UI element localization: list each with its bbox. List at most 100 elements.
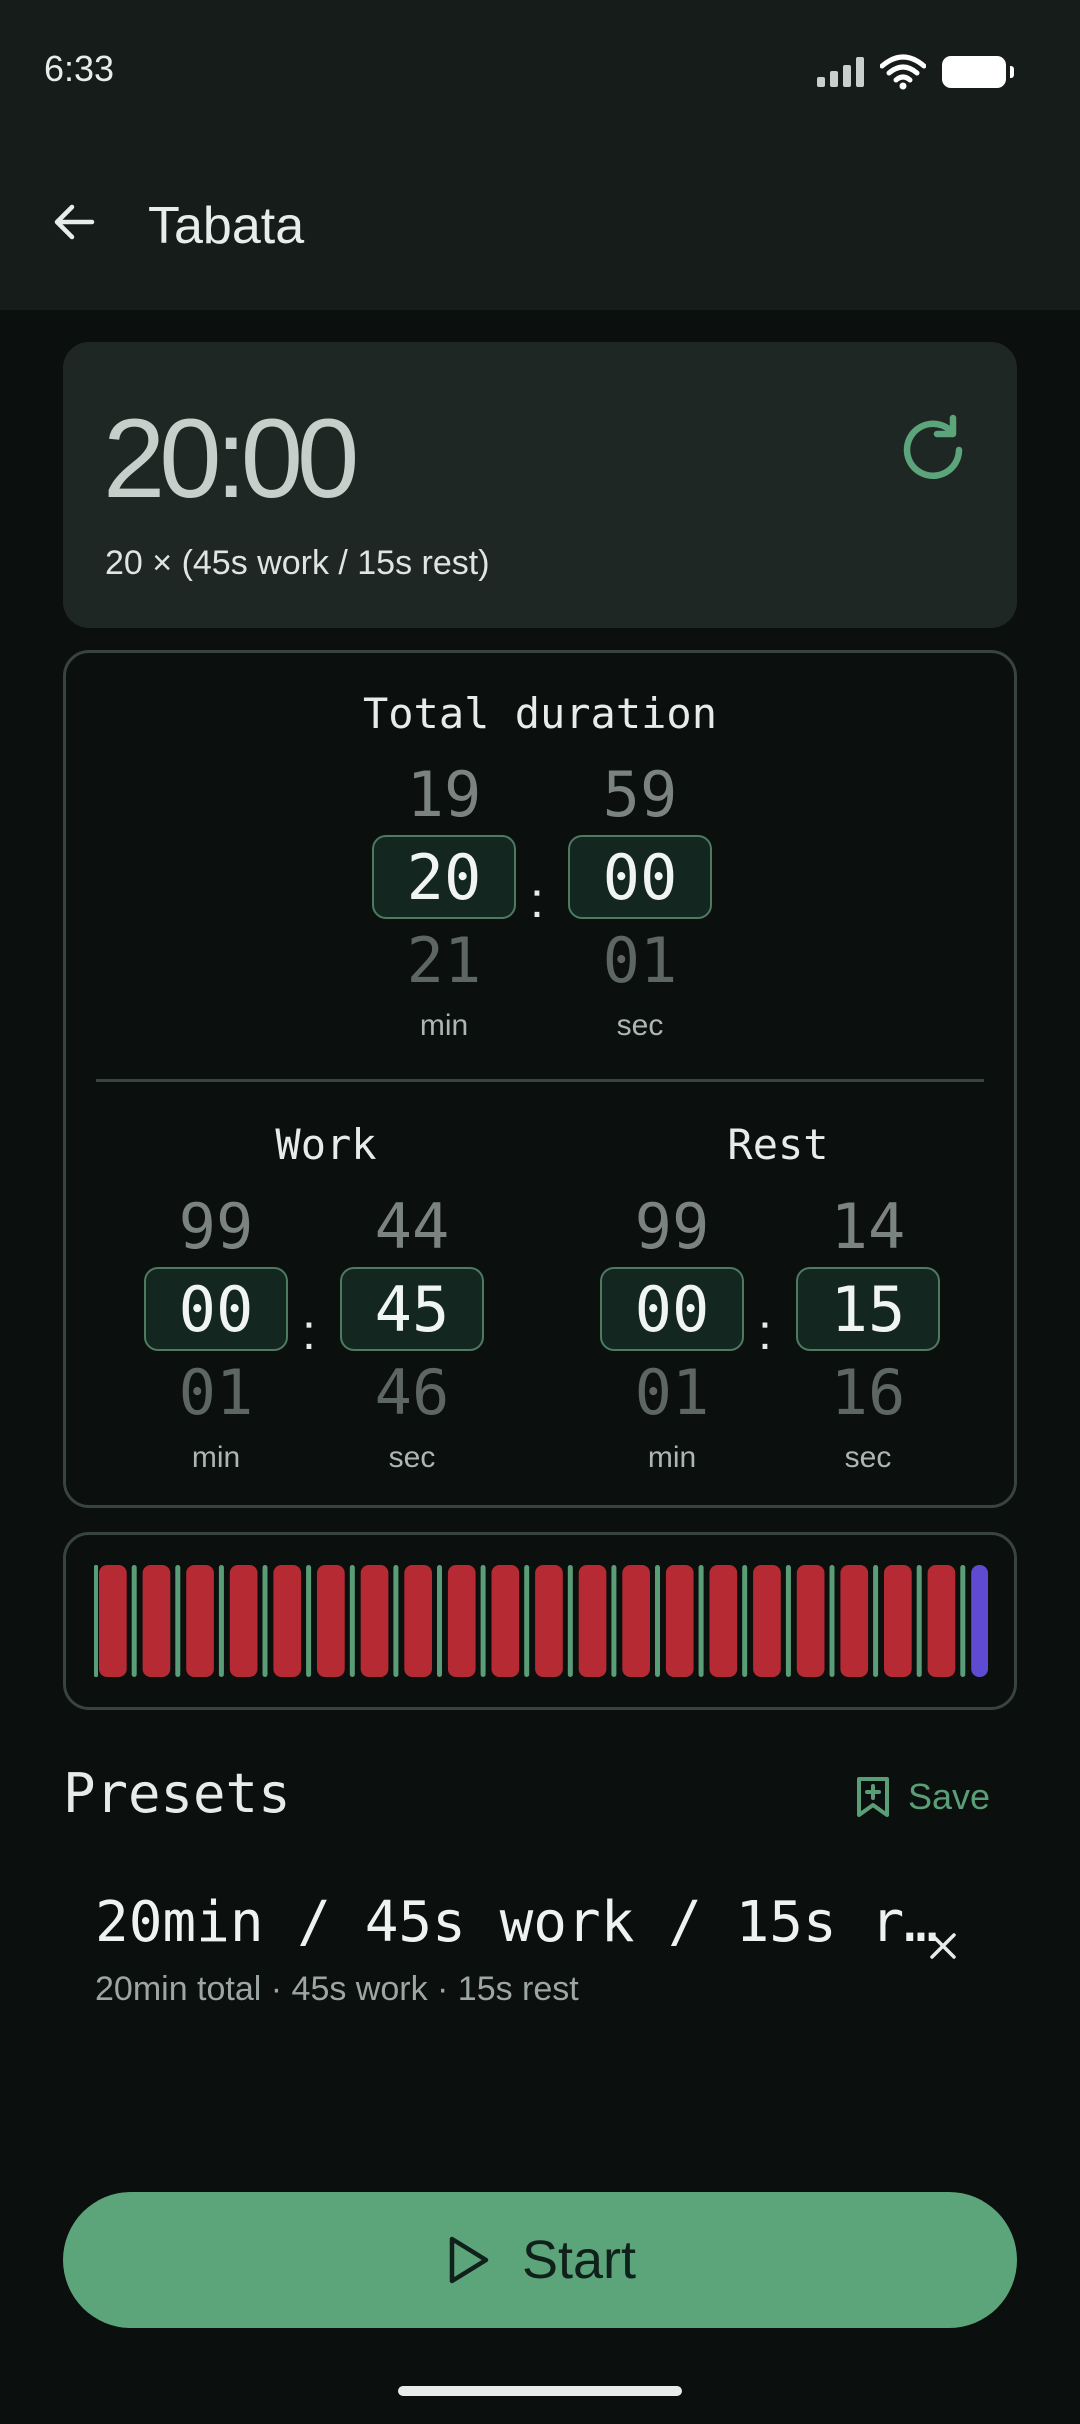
picker-current-value[interactable]: 45: [340, 1267, 484, 1351]
picker-current-value[interactable]: 20: [372, 835, 516, 919]
preset-subtitle: 20min total · 45s work · 15s rest: [95, 1970, 579, 2008]
bookmark-add-icon: [856, 1777, 889, 1817]
picker-unit-label: min: [647, 1441, 697, 1474]
home-indicator: [398, 2386, 682, 2396]
picker-next-value[interactable]: 01: [568, 919, 712, 1001]
picker-unit-label: sec: [616, 1009, 664, 1042]
rest-segment: [829, 1565, 835, 1677]
rest-segment: [393, 1565, 399, 1677]
rest-segment: [349, 1565, 355, 1677]
work-segment: [447, 1565, 476, 1677]
presets-title: Presets: [63, 1762, 291, 1825]
picker-unit-label: sec: [388, 1441, 436, 1474]
work-segment: [491, 1565, 520, 1677]
rest-segment: [916, 1565, 922, 1677]
close-icon: [930, 1933, 956, 1959]
status-bar: 6:33: [0, 0, 1080, 140]
work-segment: [186, 1565, 214, 1677]
work-segment: [927, 1565, 956, 1677]
work-segment: [142, 1565, 171, 1677]
picker-next-value[interactable]: 01: [144, 1351, 288, 1433]
delete-preset-button[interactable]: [913, 1916, 973, 1976]
rest-segment: [611, 1565, 617, 1677]
rest-segment: [262, 1565, 268, 1677]
interval-timeline-graphic: [94, 1565, 988, 1677]
total-sec-picker[interactable]: 59 00 01 sec: [568, 753, 712, 1051]
rest-min-picker[interactable]: 99 00 01 min: [600, 1185, 744, 1483]
rest-segment: [873, 1565, 879, 1677]
picker-prev-value[interactable]: 14: [796, 1185, 940, 1267]
signal-icon: [817, 57, 864, 87]
save-preset-button[interactable]: Save: [854, 1772, 990, 1822]
rest-segment: [742, 1565, 748, 1677]
work-segment: [229, 1565, 258, 1677]
status-time: 6:33: [44, 48, 115, 89]
picker-next-value[interactable]: 46: [340, 1351, 484, 1433]
rest-sec-picker[interactable]: 14 15 16 sec: [796, 1185, 940, 1483]
rest-segment: [524, 1565, 530, 1677]
rest-segment: [698, 1565, 704, 1677]
work-segment: [360, 1565, 389, 1677]
battery-icon: [942, 56, 1014, 88]
picker-unit-label: sec: [844, 1441, 892, 1474]
refresh-icon: [903, 414, 963, 479]
picker-current-value[interactable]: 00: [568, 835, 712, 919]
rest-label: Rest: [727, 1120, 829, 1169]
picker-next-value[interactable]: 01: [600, 1351, 744, 1433]
picker-prev-value[interactable]: 44: [340, 1185, 484, 1267]
work-min-picker[interactable]: 99 00 01 min: [144, 1185, 288, 1483]
rest-segment: [175, 1565, 181, 1677]
work-segment: [99, 1565, 127, 1677]
picker-current-value[interactable]: 15: [796, 1267, 940, 1351]
picker-current-value[interactable]: 00: [600, 1267, 744, 1351]
timer-card: 20:00 20 × (45s work / 15s rest): [63, 342, 1017, 628]
work-segment: [665, 1565, 694, 1677]
picker-prev-value[interactable]: 59: [568, 753, 712, 835]
back-button[interactable]: [36, 184, 112, 260]
play-icon: [449, 2236, 489, 2284]
work-segment: [622, 1565, 650, 1677]
picker-prev-value[interactable]: 19: [372, 753, 516, 835]
rest-segment: [567, 1565, 573, 1677]
rest-segment: [785, 1565, 791, 1677]
rest-segment: [131, 1565, 137, 1677]
total-min-picker[interactable]: 19 20 21 min: [372, 753, 516, 1051]
work-sec-picker[interactable]: 44 45 46 sec: [340, 1185, 484, 1483]
picker-current-value[interactable]: 00: [144, 1267, 288, 1351]
picker-prev-value[interactable]: 99: [600, 1185, 744, 1267]
status-icons: [817, 54, 1014, 90]
work-segment: [840, 1565, 869, 1677]
rest-segment: [218, 1565, 224, 1677]
rest-segment: [94, 1565, 98, 1677]
preset-name: 20min / 45s work / 15s r…: [95, 1890, 938, 1955]
total-duration-label: Total duration: [362, 689, 717, 738]
app-bar: Tabata: [0, 140, 1080, 310]
section-divider: [96, 1079, 984, 1082]
picker-next-value[interactable]: 21: [372, 919, 516, 1001]
rest-segment: [480, 1565, 486, 1677]
work-segment: [404, 1565, 432, 1677]
work-segment: [796, 1565, 825, 1677]
timer-summary: 20 × (45s work / 15s rest): [105, 544, 490, 582]
reset-button[interactable]: [885, 402, 981, 498]
interval-timeline: [63, 1532, 1017, 1710]
work-segment: [535, 1565, 563, 1677]
timer-display: 20:00: [103, 396, 359, 521]
time-separator: :: [758, 1304, 772, 1360]
picker-prev-value[interactable]: 99: [144, 1185, 288, 1267]
rest-segment: [306, 1565, 312, 1677]
arrow-back-icon: [54, 204, 95, 240]
picker-unit-label: min: [191, 1441, 241, 1474]
work-segment: [578, 1565, 607, 1677]
work-segment: [753, 1565, 781, 1677]
preset-list-item[interactable]: 20min / 45s work / 15s r… 20min total · …: [63, 1870, 1017, 2020]
work-segment: [317, 1565, 345, 1677]
page-title: Tabata: [148, 197, 305, 255]
wifi-icon: [880, 54, 926, 90]
picker-next-value[interactable]: 16: [796, 1351, 940, 1433]
save-label: Save: [907, 1776, 990, 1817]
duration-config-panel: Total duration 19 20 21 min : 59 00 01 s…: [63, 650, 1017, 1508]
start-button[interactable]: Start: [63, 2192, 1017, 2328]
work-segment: [709, 1565, 738, 1677]
final-segment: [971, 1565, 988, 1677]
